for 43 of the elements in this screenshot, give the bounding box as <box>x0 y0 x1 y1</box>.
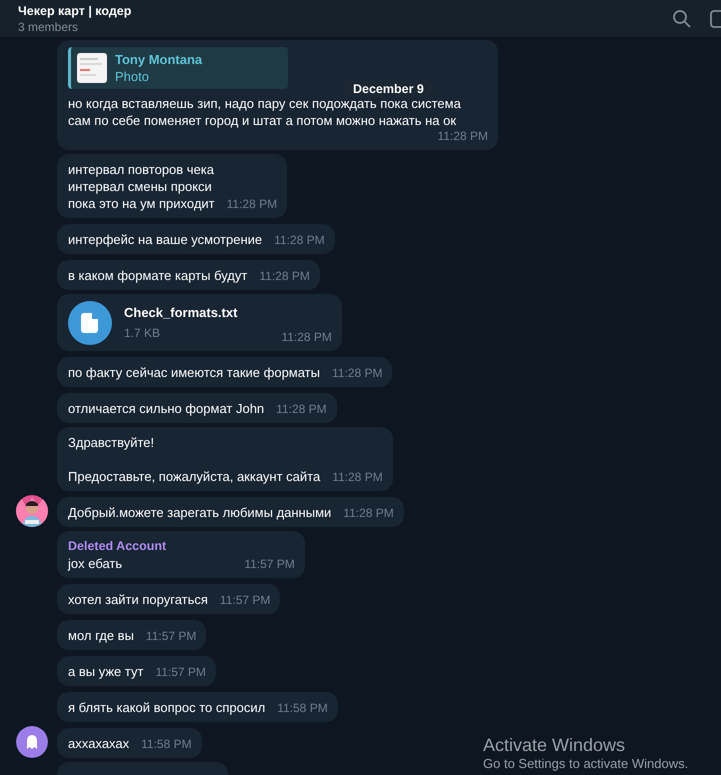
file-name[interactable]: Check_formats.txt <box>124 304 238 321</box>
message-time: 11:28 PM <box>281 330 332 345</box>
message-time: 11:28 PM <box>274 233 325 248</box>
message-time: 11:28 PM <box>259 269 310 284</box>
message-time: 11:28 PM <box>332 366 382 381</box>
message-text: я блять какой вопрос то спросил <box>68 699 266 716</box>
panel-icon[interactable] <box>710 8 721 28</box>
message-text: по факту сейчас имеются такие форматы <box>68 364 320 381</box>
message-text: а вы уже тут <box>68 663 144 680</box>
sender-name[interactable]: Deleted Account <box>68 538 295 555</box>
message-text: отличается сильно формат John <box>68 400 264 417</box>
message-text: Здравствуйте! Предоставьте, пожалуйста, аккаунт сайта <box>68 434 320 485</box>
reply-sender: Tony Montana <box>115 51 202 68</box>
reply-text: Photo <box>115 68 150 85</box>
file-size: 1.7 KB <box>124 325 162 342</box>
message-text: jox ебать <box>68 555 122 572</box>
message-text: но когда вставляешь зип, надо пару сек подождать пока система сам по себе поменяет город и штат а потом можно нажать на ок <box>68 95 461 129</box>
message-time: 11:28 PM <box>343 506 394 521</box>
file-icon[interactable] <box>68 301 112 345</box>
message-time: 11:57 PM <box>220 593 270 608</box>
message-time: 11:57 PM <box>155 665 206 680</box>
activation-notice-text: Go to Settings to activate Windows. <box>483 756 688 771</box>
member-count: 3 members <box>18 20 80 34</box>
message-text: мол где вы <box>68 627 134 644</box>
message-text: в каком формате карты будут <box>68 267 248 284</box>
message-text: интерфейс на ваше усмотрение <box>68 231 262 248</box>
message-text: интервал повторов чека интервал смены прокси пока это на ум приходит <box>68 161 215 212</box>
chat-title[interactable]: Чекер карт | кодер <box>18 4 672 18</box>
ghost-avatar-icon[interactable] <box>16 726 48 758</box>
activation-notice-title: Activate Windows <box>483 735 626 756</box>
message-time: 11:58 PM <box>277 701 328 716</box>
message-text: Добрый.можете зарегать любимы данными <box>68 504 332 521</box>
message-time: 11:58 PM <box>141 737 192 752</box>
message-time: 11:57 PM <box>146 629 196 644</box>
message-text: хотел зайти поругаться <box>68 591 208 608</box>
message-time: 11:28 PM <box>332 470 383 485</box>
reply-preview[interactable]: Tony Montana Photo <box>68 47 288 89</box>
message-time: 11:28 PM <box>438 129 488 144</box>
message-time: 11:57 PM <box>244 557 295 572</box>
search-icon[interactable] <box>672 8 692 28</box>
message-time: 11:28 PM <box>276 402 327 417</box>
message-time: 11:28 PM <box>226 197 278 212</box>
message-text: ахxахахах <box>68 735 130 752</box>
